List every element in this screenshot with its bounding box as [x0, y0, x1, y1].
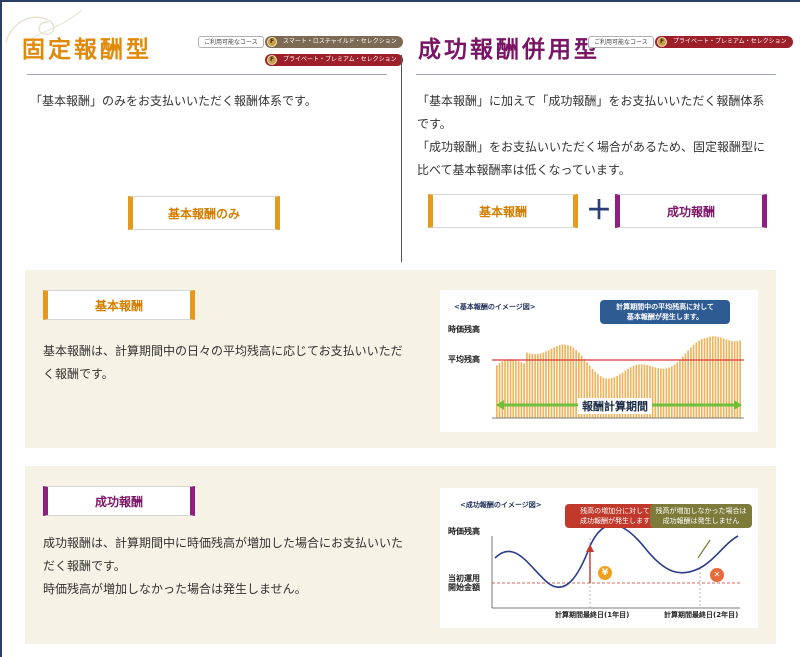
success-fee-heading: 成功報酬: [43, 486, 195, 516]
plan-title-success: 成功報酬併用型: [418, 37, 600, 63]
balance-bar: [567, 345, 569, 418]
balance-bar: [531, 353, 534, 418]
course-emblem-icon: F: [267, 55, 277, 65]
balance-bar: [654, 367, 657, 418]
balance-bar: [684, 353, 687, 418]
balance-bar: [690, 347, 692, 418]
balance-bar: [695, 342, 698, 418]
balance-bar: [504, 360, 506, 418]
basic-chart-callout: 計算期間中の平均残高に対して 基本報酬が発生します。: [600, 300, 730, 324]
balance-bar: [564, 344, 566, 418]
balance-bar: [673, 364, 676, 418]
balance-bar: [681, 356, 684, 418]
success-fee-section: 成功報酬 成功報酬は、計算期間中に時価残高が増加した場合にお支払いいた だく報酬…: [25, 466, 776, 644]
balance-bar: [676, 362, 679, 418]
balance-bar: [665, 368, 668, 418]
basic-fee-only-box: 基本報酬のみ: [128, 196, 280, 230]
balance-bar: [651, 366, 654, 418]
balance-bar: [569, 346, 572, 418]
balance-bar: [542, 352, 545, 418]
balance-bar: [657, 368, 659, 418]
courses-label: ご利用可能なコース: [588, 36, 654, 48]
basic-fee-chart: <基本報酬のイメージ図> 時価残高 平均残高 計算期間中の平均残高に対して 基本…: [440, 290, 758, 432]
fixed-plan-description: 「基本報酬」のみをお支払いいただく報酬体系です。: [30, 94, 317, 108]
course-emblem-icon: F: [267, 37, 277, 47]
balance-bar: [670, 366, 673, 418]
divider-left: [27, 74, 387, 75]
success-fee-text: 成功報酬は、計算期間中に時価残高が増加した場合にお支払いいた だく報酬です。 時…: [43, 536, 404, 596]
balance-bar: [550, 348, 553, 418]
balance-bar: [687, 350, 689, 418]
success-fee-chart: <成功報酬のイメージ図> 時価残高 当初運用 開始金額 残高の増加分に対して 成…: [440, 488, 758, 628]
balance-bar: [539, 353, 542, 418]
balance-bar: [561, 344, 564, 418]
balance-bar: [545, 351, 547, 418]
calculation-period-label: 報酬計算期間: [578, 398, 652, 414]
balance-bar: [679, 359, 681, 418]
balance-bar: [517, 361, 520, 418]
no-fee-cross-icon: ✕: [710, 568, 724, 582]
balance-bar: [662, 368, 665, 418]
balance-bar: [668, 367, 670, 418]
course-badge-private[interactable]: F プライベート・プレミアム・セレクション: [265, 54, 403, 66]
basic-fee-section: 基本報酬 基本報酬は、計算期間中の日々の平均残高に応じてお支払いいただ く報酬で…: [25, 270, 776, 448]
balance-bar: [498, 363, 501, 418]
basic-fee-box: 基本報酬: [428, 194, 578, 228]
balance-bar: [534, 354, 536, 418]
balance-bar: [501, 361, 504, 418]
balance-bar: [660, 368, 662, 418]
balance-bar: [572, 347, 575, 418]
balance-bar: [537, 354, 539, 418]
balance-bar: [526, 352, 528, 418]
period-end-year1-label: 計算期間最終日(1年目): [555, 611, 630, 619]
course-emblem-icon: F: [657, 37, 667, 47]
courses-label: ご利用可能なコース: [198, 36, 264, 48]
basic-fee-text: 基本報酬は、計算期間中の日々の平均残高に応じてお支払いいただ く報酬です。: [43, 344, 403, 381]
success-plan-description: 「基本報酬」に加えて「成功報酬」をお支払いいただく報酬体系 です。 「成功報酬」…: [417, 94, 766, 177]
course-badge-private[interactable]: F プライベート・プレミアム・セレクション: [655, 36, 793, 48]
balance-bar: [512, 359, 515, 418]
divider-right: [416, 74, 776, 75]
course-badge-smart[interactable]: F スマート・ロスチャイルド・セレクション: [265, 36, 403, 48]
plan-title-fixed: 固定報酬型: [22, 37, 152, 63]
period-end-year2-label: 計算期間最終日(2年目): [664, 611, 739, 619]
balance-bar: [520, 362, 523, 418]
yen-coin-icon: ¥: [598, 566, 612, 580]
balance-bar: [528, 353, 531, 418]
balance-bar: [506, 359, 509, 418]
plus-icon: ＋: [586, 196, 613, 226]
success-fee-box: 成功報酬: [615, 194, 767, 228]
balance-bar: [692, 344, 695, 418]
balance-bar: [515, 360, 517, 418]
success-callout-olive: 残高が増加しなかった場合は 成功報酬は発生しません: [650, 504, 752, 528]
balance-bar: [509, 359, 512, 418]
balance-bar: [553, 347, 556, 418]
column-divider: [401, 55, 402, 262]
basic-fee-heading: 基本報酬: [43, 290, 195, 320]
balance-bar: [556, 346, 558, 418]
balance-bar: [523, 363, 525, 418]
balance-bar: [558, 345, 561, 418]
balance-bar: [496, 365, 498, 418]
